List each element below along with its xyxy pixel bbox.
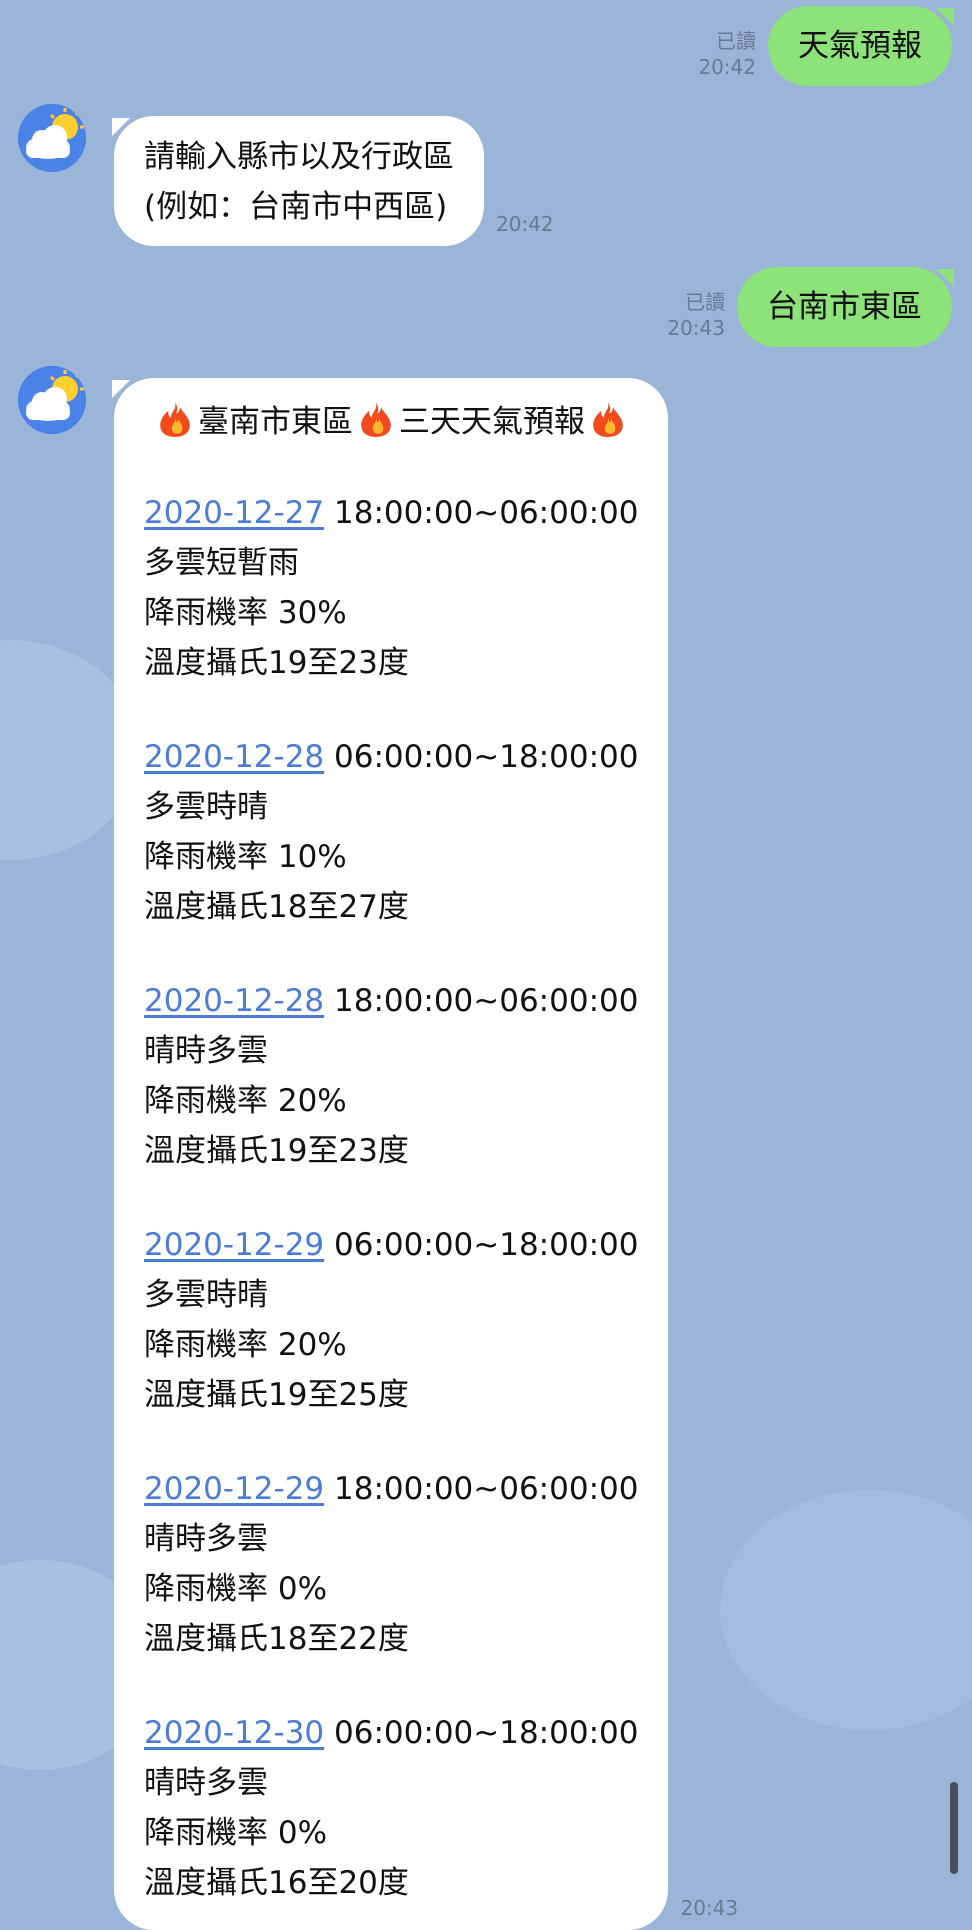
forecast-rain-chance: 降雨機率 0% — [144, 1571, 328, 1607]
message-time: 20:42 — [698, 55, 756, 79]
forecast-date-link[interactable]: 2020-12-28 — [144, 983, 324, 1019]
forecast-time-range: 18:00:00~06:00:00 — [334, 1471, 639, 1507]
outgoing-message: 已讀 20:42 天氣預報 — [698, 6, 954, 86]
prompt-line: 請輸入縣市以及行政區 — [144, 139, 454, 175]
chat-area[interactable]: 已讀 20:42 天氣預報 請輸入縣市以及行政區 (例如：台南市中西區) 20:… — [0, 0, 972, 1930]
forecast-weather: 多雲時晴 — [144, 789, 268, 825]
forecast-rain-chance: 降雨機率 20% — [144, 1327, 347, 1363]
outgoing-message: 已讀 20:43 台南市東區 — [667, 267, 954, 347]
forecast-period: 2020-12-27 18:00:00~06:00:00 — [144, 488, 638, 538]
forecast-bubble[interactable]: 臺南市東區 三天天氣預報 2020-12-27 18:00:00~06:00:00… — [111, 378, 669, 1930]
forecast-weather: 多雲時晴 — [144, 1277, 268, 1313]
forecast-date-link[interactable]: 2020-12-29 — [144, 1227, 324, 1263]
forecast-period: 2020-12-28 18:00:00~06:00:00 — [144, 976, 638, 1026]
forecast-entry: 2020-12-28 06:00:00~18:00:00 多雲時晴 降雨機率 1… — [144, 732, 638, 932]
message-bubble-location-prompt[interactable]: 請輸入縣市以及行政區 (例如：台南市中西區) — [112, 116, 484, 246]
forecast-location: 臺南市東區 — [198, 404, 353, 440]
weather-bot-avatar-icon[interactable] — [18, 104, 86, 172]
prompt-example-line: (例如：台南市中西區) — [144, 189, 448, 225]
forecast-period: 2020-12-29 18:00:00~06:00:00 — [144, 1464, 638, 1514]
forecast-rain-chance: 降雨機率 30% — [144, 595, 347, 631]
forecast-entry: 2020-12-29 06:00:00~18:00:00 多雲時晴 降雨機率 2… — [144, 1220, 638, 1420]
forecast-rain-chance: 降雨機率 20% — [144, 1083, 347, 1119]
forecast-entry: 2020-12-30 06:00:00~18:00:00 晴時多雲 降雨機率 0… — [144, 1708, 638, 1908]
forecast-entry: 2020-12-29 18:00:00~06:00:00 晴時多雲 降雨機率 0… — [144, 1464, 638, 1664]
forecast-weather: 晴時多雲 — [144, 1033, 268, 1069]
forecast-rain-chance: 降雨機率 0% — [144, 1815, 328, 1851]
forecast-temperature: 溫度攝氏16至20度 — [144, 1865, 409, 1901]
incoming-message: 請輸入縣市以及行政區 (例如：台南市中西區) 20:42 — [18, 104, 554, 246]
message-meta: 已讀 20:42 — [698, 28, 756, 80]
forecast-weather: 晴時多雲 — [144, 1521, 268, 1557]
forecast-time-range: 06:00:00~18:00:00 — [334, 1227, 639, 1263]
message-time: 20:43 — [680, 1896, 739, 1920]
forecast-period: 2020-12-29 06:00:00~18:00:00 — [144, 1220, 638, 1270]
read-receipt: 已讀 — [685, 290, 725, 314]
forecast-rain-chance: 降雨機率 10% — [144, 839, 347, 875]
message-time: 20:42 — [496, 212, 554, 236]
forecast-time-range: 18:00:00~06:00:00 — [334, 495, 639, 531]
message-bubble-location[interactable]: 台南市東區 — [737, 267, 954, 347]
message-bubble-weather-request[interactable]: 天氣預報 — [768, 6, 954, 86]
forecast-date-link[interactable]: 2020-12-28 — [144, 739, 324, 775]
forecast-temperature: 溫度攝氏18至27度 — [144, 889, 409, 925]
forecast-period: 2020-12-28 06:00:00~18:00:00 — [144, 732, 638, 782]
forecast-date-link[interactable]: 2020-12-29 — [144, 1471, 324, 1507]
forecast-period: 2020-12-30 06:00:00~18:00:00 — [144, 1708, 638, 1758]
weather-bot-avatar-icon[interactable] — [18, 366, 86, 434]
forecast-weather: 晴時多雲 — [144, 1765, 268, 1801]
fire-icon — [156, 400, 194, 438]
incoming-message: 臺南市東區 三天天氣預報 2020-12-27 18:00:00~06:00:00… — [18, 366, 738, 1930]
fire-icon — [357, 400, 395, 438]
forecast-date-link[interactable]: 2020-12-27 — [144, 495, 324, 531]
forecast-date-link[interactable]: 2020-12-30 — [144, 1715, 324, 1751]
forecast-temperature: 溫度攝氏19至23度 — [144, 645, 409, 681]
forecast-temperature: 溫度攝氏18至22度 — [144, 1621, 409, 1657]
forecast-time-range: 06:00:00~18:00:00 — [334, 739, 639, 775]
forecast-weather: 多雲短暫雨 — [144, 545, 299, 581]
forecast-title: 臺南市東區 三天天氣預報 — [152, 400, 638, 444]
forecast-temperature: 溫度攝氏19至25度 — [144, 1377, 409, 1413]
scrollbar-thumb[interactable] — [950, 1782, 958, 1874]
forecast-entry: 2020-12-28 18:00:00~06:00:00 晴時多雲 降雨機率 2… — [144, 976, 638, 1176]
forecast-entry: 2020-12-27 18:00:00~06:00:00 多雲短暫雨 降雨機率 … — [144, 488, 638, 688]
message-meta: 已讀 20:43 — [667, 289, 725, 341]
message-time: 20:43 — [667, 316, 725, 340]
forecast-time-range: 06:00:00~18:00:00 — [334, 1715, 639, 1751]
read-receipt: 已讀 — [716, 29, 756, 53]
forecast-temperature: 溫度攝氏19至23度 — [144, 1133, 409, 1169]
forecast-time-range: 18:00:00~06:00:00 — [334, 983, 639, 1019]
forecast-heading: 三天天氣預報 — [399, 404, 585, 440]
fire-icon — [589, 400, 627, 438]
